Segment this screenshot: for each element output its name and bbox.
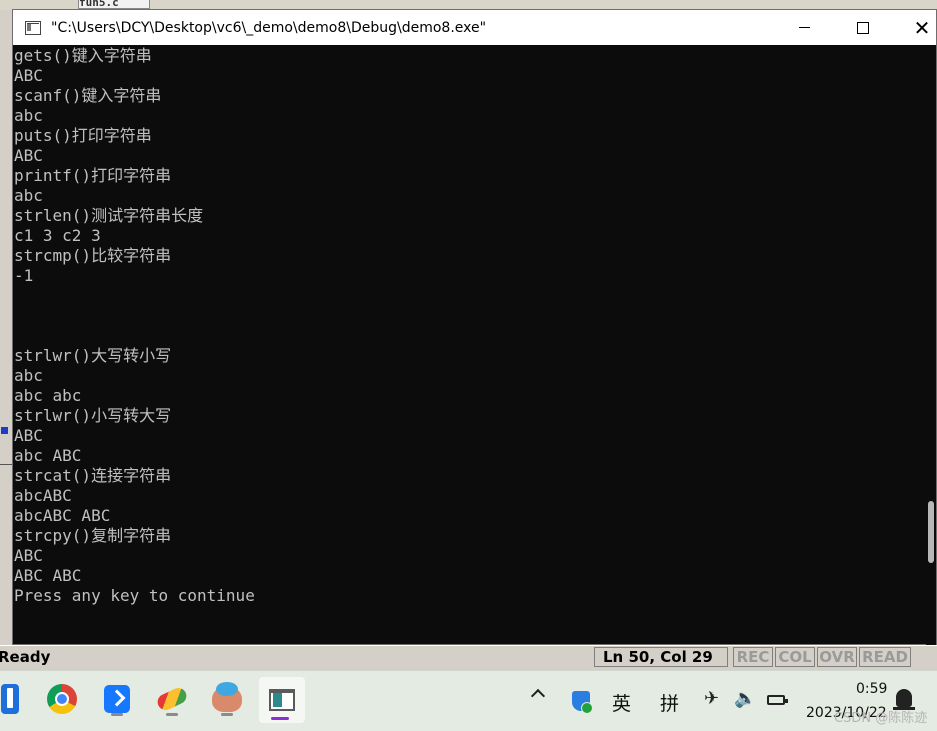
status-col: COL	[775, 647, 815, 667]
running-indicator	[111, 713, 123, 716]
console-line: strlwr()小写转大写	[14, 406, 172, 425]
taskbar: 英 拼 ✈ 🔈 0:59 2023/10/22 CSDN @陈陈迹	[0, 670, 937, 731]
minimize-button[interactable]	[775, 10, 833, 45]
close-icon: ✕	[913, 15, 931, 40]
taskbar-app-blue[interactable]	[0, 679, 30, 719]
security-shield-icon[interactable]	[572, 691, 593, 714]
console-line: abcABC	[14, 486, 72, 505]
console-line: abcABC ABC	[14, 506, 111, 525]
console-line: scanf()键入字符串	[14, 86, 162, 105]
console-line: c1 3 c2 3	[14, 226, 101, 245]
console-line: -1	[14, 266, 34, 285]
volume-icon[interactable]: 🔈	[734, 688, 756, 709]
visual-cpp-icon	[157, 688, 187, 710]
taskbar-app-console[interactable]	[259, 677, 305, 723]
maximize-icon	[857, 21, 869, 34]
console-scrollbar[interactable]	[926, 45, 936, 645]
active-indicator	[271, 717, 289, 720]
console-line: abc	[14, 366, 43, 385]
clock-time[interactable]: 0:59	[856, 681, 887, 697]
ide-status-bar: Ready Ln 50, Col 29 REC COL OVR READ	[0, 645, 937, 670]
status-rec: REC	[733, 647, 773, 667]
status-ready: Ready	[0, 648, 51, 666]
status-cursor-position: Ln 50, Col 29	[594, 647, 728, 667]
background-file-tab: fun5.c	[78, 0, 150, 9]
console-line: Press any key to continue	[14, 586, 255, 605]
console-line: gets()键入字符串	[14, 46, 152, 65]
ime-language[interactable]: 英	[612, 689, 631, 716]
console-line: strlwr()大写转小写	[14, 346, 172, 365]
console-titlebar[interactable]: "C:\Users\DCY\Desktop\vc6\_demo\demo8\De…	[13, 10, 936, 45]
battery-icon[interactable]	[767, 695, 788, 705]
bird-app-icon	[212, 682, 242, 712]
console-line: puts()打印字符串	[14, 126, 152, 145]
taskbar-app-chrome[interactable]	[42, 679, 82, 719]
console-line: ABC	[14, 146, 43, 165]
running-indicator	[221, 713, 233, 716]
feishu-icon	[104, 685, 130, 713]
notification-bell-icon[interactable]	[893, 689, 915, 710]
taskbar-app-bird[interactable]	[207, 679, 247, 719]
console-line: abc	[14, 186, 43, 205]
taskbar-app-visual-cpp[interactable]	[152, 679, 192, 719]
airplane-mode-icon[interactable]: ✈	[704, 688, 719, 709]
minimize-icon	[798, 27, 810, 28]
status-read: READ	[859, 647, 911, 667]
console-line: ABC	[14, 66, 43, 85]
console-line: ABC ABC	[14, 566, 82, 585]
scrollbar-thumb[interactable]	[928, 501, 934, 563]
console-app-taskbar-icon	[269, 689, 295, 711]
chrome-icon	[47, 684, 77, 714]
console-line: abc ABC	[14, 446, 82, 465]
console-output[interactable]: gets()键入字符串 ABC scanf()键入字符串 abc puts()打印字符串…	[13, 45, 918, 645]
console-line: ABC	[14, 426, 43, 445]
close-button[interactable]: ✕	[893, 10, 937, 45]
ime-mode[interactable]: 拼	[660, 689, 679, 716]
console-line: printf()打印字符串	[14, 166, 172, 185]
console-title: "C:\Users\DCY\Desktop\vc6\_demo\demo8\De…	[51, 19, 487, 36]
console-line: strcpy()复制字符串	[14, 526, 172, 545]
console-window: "C:\Users\DCY\Desktop\vc6\_demo\demo8\De…	[12, 9, 937, 645]
console-line: strcmp()比较字符串	[14, 246, 172, 265]
blue-app-icon	[1, 684, 19, 714]
taskbar-app-feishu[interactable]	[97, 679, 137, 719]
breakpoint-marker	[1, 427, 8, 434]
console-line: abc	[14, 106, 43, 125]
tray-chevron-up-icon[interactable]	[530, 688, 546, 704]
running-indicator	[166, 713, 178, 716]
console-line: strlen()测试字符串长度	[14, 206, 204, 225]
maximize-button[interactable]	[834, 10, 892, 45]
console-line: ABC	[14, 546, 43, 565]
status-ovr: OVR	[817, 647, 857, 667]
console-line: abc abc	[14, 386, 82, 405]
console-line: strcat()连接字符串	[14, 466, 172, 485]
console-app-icon	[25, 20, 41, 35]
